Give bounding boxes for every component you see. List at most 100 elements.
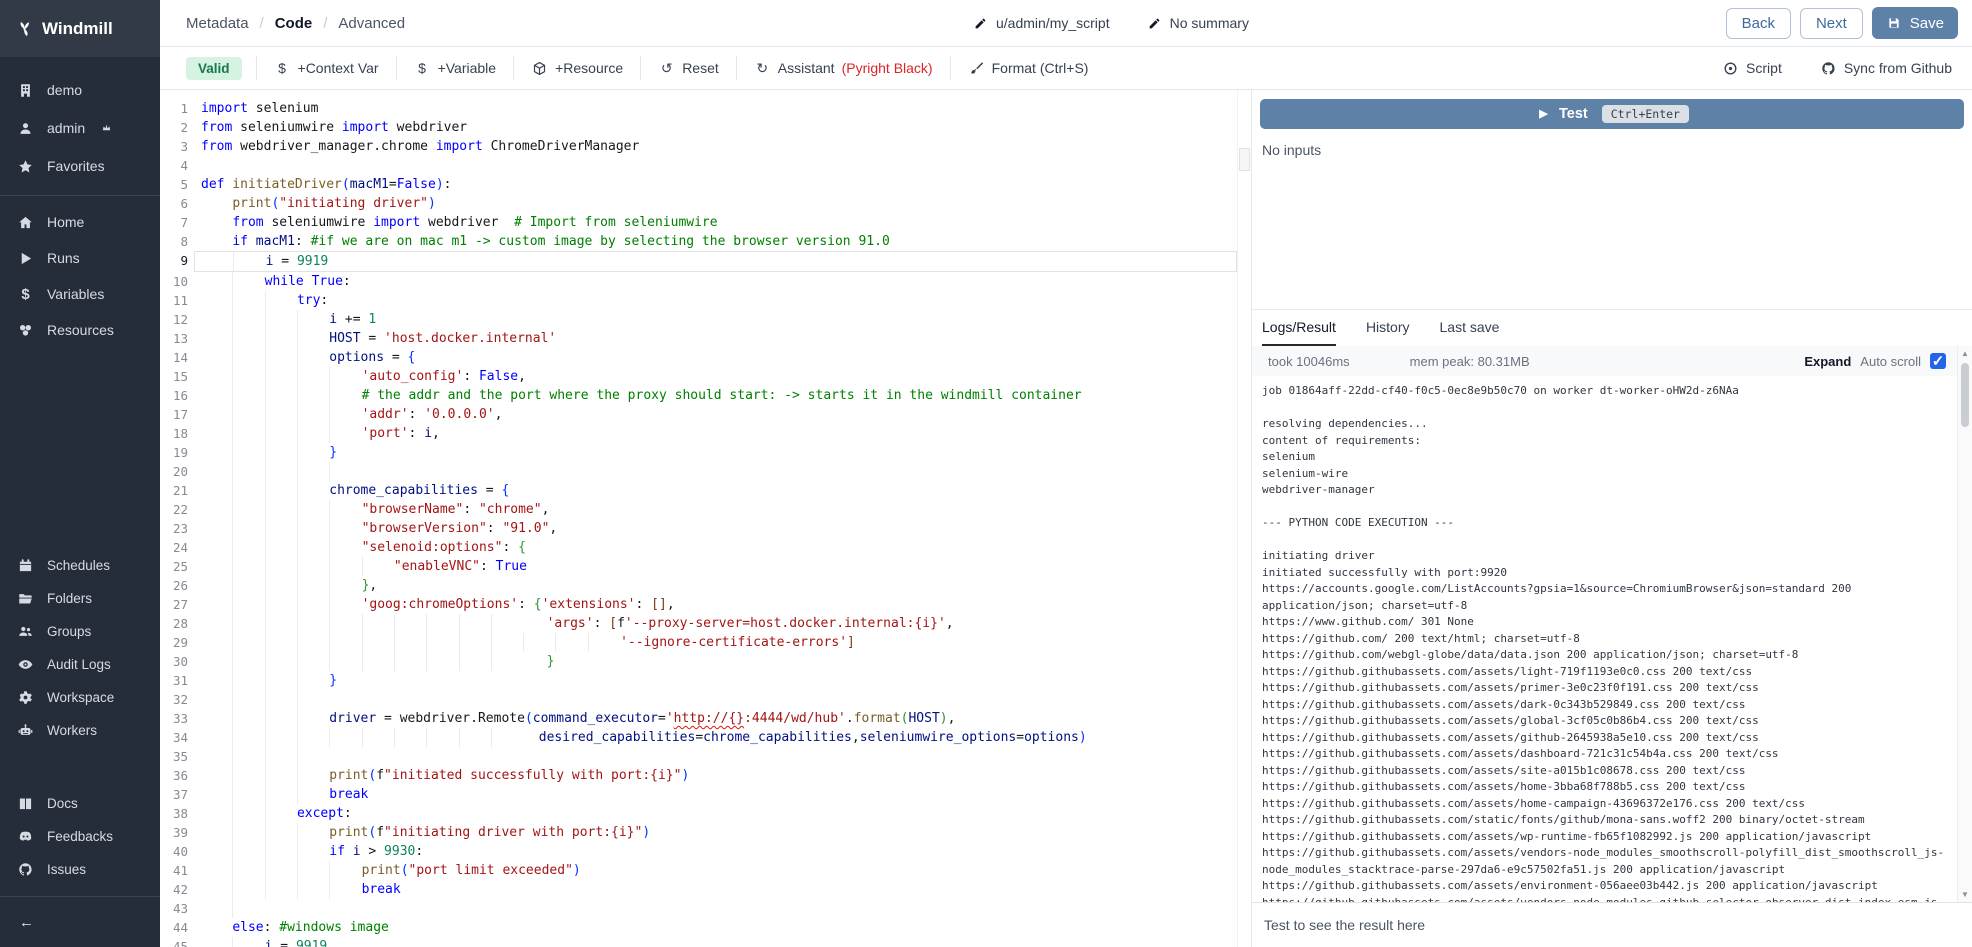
code-line[interactable]: 11 try: <box>160 291 1251 310</box>
sidebar-item-favorites[interactable]: Favorites <box>0 147 160 185</box>
tab-metadata[interactable]: Metadata <box>186 15 249 32</box>
code-line[interactable]: 22 "browserName": "chrome", <box>160 500 1251 519</box>
code-line[interactable]: 10 while True: <box>160 272 1251 291</box>
code-line[interactable]: 24 "selenoid:options": { <box>160 538 1251 557</box>
indent-guide <box>265 861 297 880</box>
indent-guide <box>329 519 361 538</box>
code-line[interactable]: 1import selenium <box>160 99 1251 118</box>
code-line[interactable]: 5def initiateDriver(macM1=False): <box>160 175 1251 194</box>
indent-guide <box>201 213 232 232</box>
sidebar-item-groups[interactable]: Groups <box>0 615 160 648</box>
code-line[interactable]: 32 <box>160 690 1251 709</box>
sidebar-item-user-admin[interactable]: admin <box>0 109 160 147</box>
script-summary[interactable]: No summary <box>1146 15 1249 31</box>
sidebar-item-workspace-demo[interactable]: demo <box>0 71 160 109</box>
sidebar-item-feedbacks[interactable]: Feedbacks <box>0 820 160 853</box>
code-line[interactable]: 30 } <box>160 652 1251 671</box>
code-line[interactable]: 36 print(f"initiated successfully with p… <box>160 766 1251 785</box>
tab-code[interactable]: Code <box>275 15 313 32</box>
sidebar-item-schedules[interactable]: Schedules <box>0 549 160 582</box>
code-line[interactable]: 34 desired_capabilities=chrome_capabilit… <box>160 728 1251 747</box>
tab-advanced[interactable]: Advanced <box>338 15 405 32</box>
context-var-button[interactable]: $+Context Var <box>257 47 396 89</box>
code-line[interactable]: 37 break <box>160 785 1251 804</box>
code-line[interactable]: 38 except: <box>160 804 1251 823</box>
code-line[interactable]: 14 options = { <box>160 348 1251 367</box>
sidebar-item-docs[interactable]: Docs <box>0 787 160 820</box>
sidebar-item-variables[interactable]: $Variables <box>0 276 160 312</box>
auto-scroll-checkbox[interactable]: ✓ <box>1930 353 1946 369</box>
sidebar-item-issues[interactable]: Issues <box>0 853 160 886</box>
code-line[interactable]: 4 <box>160 156 1251 175</box>
code-line[interactable]: 3from webdriver_manager.chrome import Ch… <box>160 137 1251 156</box>
sidebar-item-runs[interactable]: Runs <box>0 240 160 276</box>
next-button[interactable]: Next <box>1800 8 1863 39</box>
code-line[interactable]: 41 print("port limit exceeded") <box>160 861 1251 880</box>
code-editor[interactable]: 1import selenium2from seleniumwire impor… <box>160 90 1251 947</box>
save-button[interactable]: Save <box>1872 7 1958 39</box>
sync-github-button[interactable]: Sync from Github <box>1820 60 1952 76</box>
test-button[interactable]: ▶ Test Ctrl+Enter <box>1260 99 1964 129</box>
code-line[interactable]: 33 driver = webdriver.Remote(command_exe… <box>160 709 1251 728</box>
play-icon <box>17 251 34 266</box>
logs-scrollbar[interactable]: ▲ ▼ <box>1957 346 1972 902</box>
code-line[interactable]: 31 } <box>160 671 1251 690</box>
collapse-sidebar-button[interactable]: ← <box>18 915 35 930</box>
code-line[interactable]: 40 if i > 9930: <box>160 842 1251 861</box>
reset-button[interactable]: ↺Reset <box>641 47 736 89</box>
code-line[interactable]: 7 from seleniumwire import webdriver # I… <box>160 213 1251 232</box>
code-line[interactable]: 27 'goog:chromeOptions': {'extensions': … <box>160 595 1251 614</box>
code-line[interactable]: 25 "enableVNC": True <box>160 557 1251 576</box>
code-line[interactable]: 20 <box>160 462 1251 481</box>
sidebar-item-workers[interactable]: Workers <box>0 714 160 747</box>
scrollbar-thumb[interactable] <box>1961 363 1969 427</box>
tab-history[interactable]: History <box>1366 310 1410 346</box>
code-token: #if we are on mac m1 -> custom image by … <box>311 232 890 251</box>
scroll-up-icon[interactable]: ▲ <box>1961 346 1969 361</box>
tab-logs-result[interactable]: Logs/Result <box>1262 310 1336 346</box>
code-line[interactable]: 16 # the addr and the port where the pro… <box>160 386 1251 405</box>
indent-guide <box>232 367 264 386</box>
expand-logs-button[interactable]: Expand <box>1804 354 1851 369</box>
code-line[interactable]: 23 "browserVersion": "91.0", <box>160 519 1251 538</box>
format-button[interactable]: Format (Ctrl+S) <box>951 47 1106 89</box>
code-line[interactable]: 18 'port': i, <box>160 424 1251 443</box>
code-line[interactable]: 39 print(f"initiating driver with port:{… <box>160 823 1251 842</box>
resource-button[interactable]: +Resource <box>514 47 640 89</box>
code-line[interactable]: 6 print("initiating driver") <box>160 194 1251 213</box>
code-line[interactable]: 29 '--ignore-certificate-errors'] <box>160 633 1251 652</box>
scroll-down-icon[interactable]: ▼ <box>1961 887 1969 902</box>
log-line: https://github.githubassets.com/assets/g… <box>1262 730 1948 747</box>
code-line[interactable]: 44 else: #windows image <box>160 918 1251 937</box>
code-line[interactable]: 2from seleniumwire import webdriver <box>160 118 1251 137</box>
code-line[interactable]: 8 if macM1: #if we are on mac m1 -> cust… <box>160 232 1251 251</box>
windmill-logo[interactable]: Windmill <box>0 0 160 57</box>
assistant-button[interactable]: ↻Assistant(Pyright Black) <box>737 47 950 89</box>
code-line[interactable]: 15 'auto_config': False, <box>160 367 1251 386</box>
code-line[interactable]: 17 'addr': '0.0.0.0', <box>160 405 1251 424</box>
code-line[interactable]: 28 'args': [f'--proxy-server=host.docker… <box>160 614 1251 633</box>
script-path[interactable]: u/admin/my_script <box>972 15 1110 31</box>
variable-button[interactable]: $+Variable <box>397 47 514 89</box>
code-line[interactable]: 42 break <box>160 880 1251 899</box>
back-button[interactable]: Back <box>1726 8 1791 39</box>
code-line[interactable]: 26 }, <box>160 576 1251 595</box>
code-line[interactable]: 9 i = 9919 <box>160 251 1251 272</box>
code-line[interactable]: 35 <box>160 747 1251 766</box>
code-line[interactable]: 13 HOST = 'host.docker.internal' <box>160 329 1251 348</box>
code-line[interactable]: 19 } <box>160 443 1251 462</box>
indent-guide <box>232 785 264 804</box>
sidebar-item-workspace[interactable]: Workspace <box>0 681 160 714</box>
editor-overview-ruler[interactable] <box>1237 90 1251 947</box>
code-line[interactable]: 43 <box>160 899 1251 918</box>
tab-last-save[interactable]: Last save <box>1440 310 1500 346</box>
code-line[interactable]: 12 i += 1 <box>160 310 1251 329</box>
sidebar-item-folders[interactable]: Folders <box>0 582 160 615</box>
sidebar-item-home[interactable]: Home <box>0 204 160 240</box>
sidebar-item-resources[interactable]: Resources <box>0 312 160 348</box>
code-line[interactable]: 21 chrome_capabilities = { <box>160 481 1251 500</box>
script-kind-button[interactable]: Script <box>1722 60 1782 76</box>
log-output[interactable]: job 01864aff-22dd-cf40-f0c5-0ec8e9b50c70… <box>1252 376 1972 902</box>
code-line[interactable]: 45 i = 9919 <box>160 937 1251 947</box>
sidebar-item-audit-logs[interactable]: Audit Logs <box>0 648 160 681</box>
